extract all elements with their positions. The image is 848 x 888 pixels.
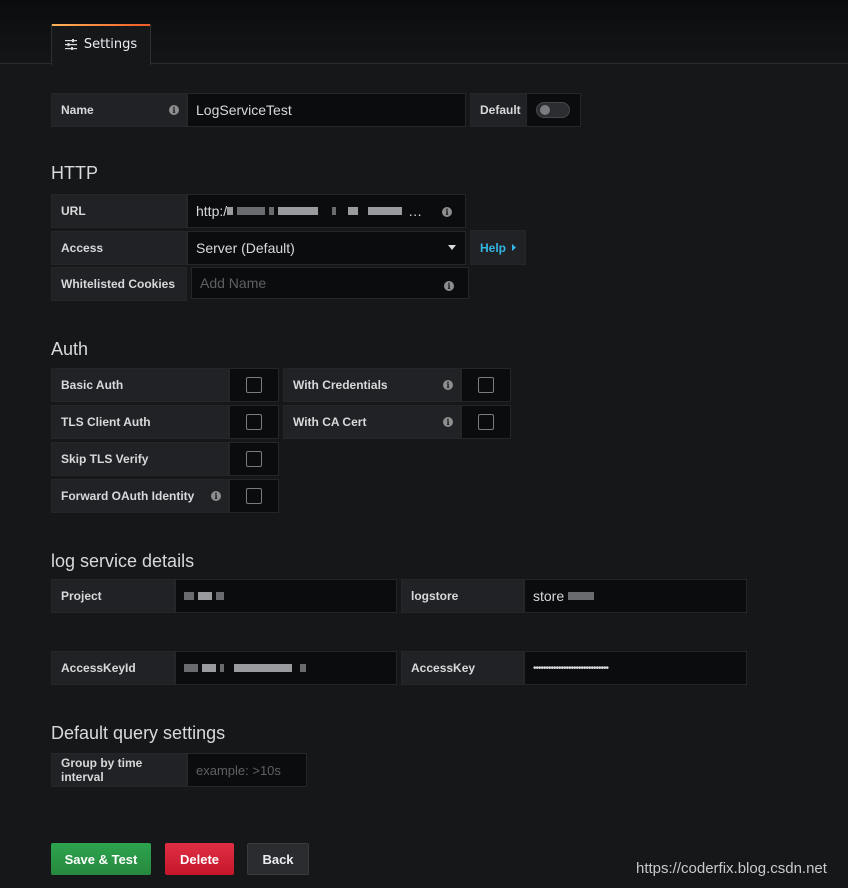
logstore-input[interactable]: store bbox=[524, 579, 747, 613]
redacted-text bbox=[269, 207, 275, 215]
default-toggle[interactable] bbox=[536, 102, 570, 118]
cookies-label: Whitelisted Cookies bbox=[51, 267, 187, 301]
save-test-button[interactable]: Save & Test bbox=[51, 843, 151, 875]
default-label: Default bbox=[470, 93, 528, 127]
tls-client-auth-checkbox[interactable] bbox=[246, 414, 262, 430]
info-icon[interactable]: i bbox=[443, 417, 453, 427]
name-input[interactable]: LogServiceTest bbox=[187, 93, 466, 127]
group-by-label: Group by time interval bbox=[51, 753, 187, 787]
redacted-text bbox=[227, 207, 234, 215]
redacted-text bbox=[216, 592, 224, 600]
accesskeyid-input[interactable] bbox=[175, 651, 397, 685]
info-icon[interactable]: i bbox=[442, 207, 452, 217]
tab-settings-label: Settings bbox=[83, 37, 138, 52]
help-button[interactable]: Help bbox=[470, 230, 526, 265]
http-heading: HTTP bbox=[51, 163, 98, 183]
toggle-knob bbox=[540, 105, 550, 115]
with-credentials-checkbox[interactable] bbox=[478, 377, 494, 393]
skip-tls-verify-label: Skip TLS Verify bbox=[51, 442, 229, 476]
tab-settings[interactable]: Settings bbox=[51, 24, 151, 65]
url-input[interactable]: http:/ … bbox=[187, 194, 466, 228]
with-credentials-label: With Credentials bbox=[283, 368, 461, 402]
redacted-text bbox=[184, 592, 194, 600]
accesskey-input[interactable]: •••••••••••••••••••••••••••••• bbox=[524, 651, 747, 685]
with-ca-cert-checkbox[interactable] bbox=[478, 414, 494, 430]
with-ca-cert-label: With CA Cert bbox=[283, 405, 461, 439]
info-icon[interactable]: i bbox=[443, 380, 453, 390]
redacted-text bbox=[198, 592, 212, 600]
logstore-label: logstore bbox=[401, 579, 524, 613]
accesskeyid-label: AccessKeyId bbox=[51, 651, 175, 685]
query-heading: Default query settings bbox=[51, 723, 226, 743]
redacted-text bbox=[332, 207, 337, 215]
redacted-text bbox=[300, 664, 306, 672]
logservice-heading: log service details bbox=[51, 551, 195, 571]
access-select[interactable]: Server (Default) bbox=[187, 231, 466, 265]
redacted-text bbox=[348, 207, 359, 215]
caret-down-icon bbox=[448, 245, 456, 250]
auth-heading: Auth bbox=[51, 339, 89, 359]
redacted-text bbox=[568, 592, 595, 600]
access-label: Access bbox=[51, 231, 187, 265]
redacted-text bbox=[202, 664, 216, 672]
basic-auth-checkbox[interactable] bbox=[246, 377, 262, 393]
accesskey-label: AccessKey bbox=[401, 651, 524, 685]
redacted-text bbox=[234, 664, 292, 672]
sliders-icon bbox=[64, 39, 77, 50]
watermark-text: https://coderfix.blog.csdn.net bbox=[636, 860, 827, 877]
group-by-input[interactable]: example: >10s bbox=[187, 753, 307, 787]
project-label: Project bbox=[51, 579, 175, 613]
info-icon[interactable]: i bbox=[169, 105, 179, 115]
caret-right-icon bbox=[512, 244, 517, 251]
redacted-text bbox=[278, 207, 319, 215]
cookies-input[interactable]: Add Name bbox=[191, 267, 469, 299]
info-icon[interactable]: i bbox=[211, 491, 221, 501]
forward-oauth-label: Forward OAuth Identity bbox=[51, 479, 229, 513]
basic-auth-label: Basic Auth bbox=[51, 368, 229, 402]
name-label: Name bbox=[51, 93, 187, 127]
delete-button[interactable]: Delete bbox=[165, 843, 234, 875]
redacted-text bbox=[237, 207, 266, 215]
back-button[interactable]: Back bbox=[247, 843, 309, 875]
forward-oauth-checkbox[interactable] bbox=[246, 488, 262, 504]
url-label: URL bbox=[51, 194, 187, 228]
redacted-text bbox=[220, 664, 224, 672]
info-icon[interactable]: i bbox=[444, 281, 454, 291]
skip-tls-verify-checkbox[interactable] bbox=[246, 451, 262, 467]
redacted-text bbox=[184, 664, 198, 672]
redacted-text bbox=[368, 207, 403, 215]
project-input[interactable] bbox=[175, 579, 397, 613]
tls-client-auth-label: TLS Client Auth bbox=[51, 405, 229, 439]
